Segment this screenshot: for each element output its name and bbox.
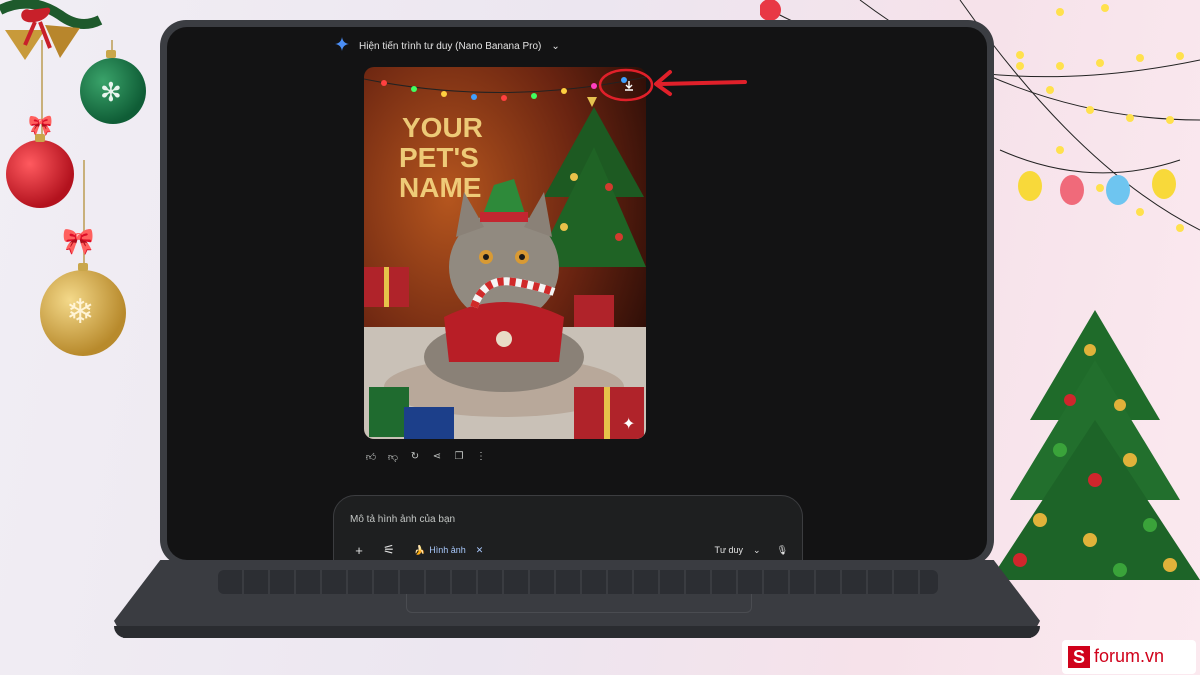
prompt-input[interactable] [348,510,772,528]
close-icon[interactable]: ✕ [476,545,484,556]
snowflake-icon: ✻ [100,77,122,107]
annotation-arrow [590,60,760,110]
prompt-composer: + ⚟ 🍌 Hình ảnh ✕ Tư duy ⌄ 🎙︎ [333,495,803,560]
thinking-title: Hiện tiến trình tư duy (Nano Banana Pro) [359,41,542,52]
bow-icon: 🎀 [62,226,95,256]
plus-icon[interactable]: + [348,543,370,558]
christmas-tree [990,310,1200,590]
gemini-spark-icon [335,37,349,56]
banana-icon: 🍌 [414,544,426,555]
share-icon[interactable]: ⋖ [431,451,443,463]
mode-selector[interactable]: Tư duy ⌄ 🎙︎ [714,545,788,556]
more-vert-icon[interactable]: ⋮ [475,451,487,463]
generated-image[interactable]: YOUR PET'S NAME ✦ [364,67,646,439]
thinking-toggle[interactable]: Hiện tiến trình tư duy (Nano Banana Pro)… [335,37,560,56]
laptop-screen: Hiện tiến trình tư duy (Nano Banana Pro)… [167,27,987,560]
svg-text:YOUR: YOUR [402,112,483,143]
laptop-base-edge [114,626,1040,638]
chevron-down-icon: ⌄ [551,41,560,52]
tune-icon[interactable]: ⚟ [378,542,400,558]
svg-text:✦: ✦ [622,414,635,433]
site-watermark: S forum.vn [1062,640,1196,674]
brand-logo: S [1068,646,1090,668]
copy-icon[interactable]: ❐ [453,451,465,463]
chevron-down-icon: ⌄ [753,544,761,555]
laptop-trackpad [406,594,752,613]
bow-icon: 🎀 [28,115,53,137]
image-tool-label: Hình ảnh [429,545,466,555]
brand-text: forum.vn [1094,646,1165,666]
response-actions: 👍︎ 👎︎ ↻ ⋖ ❐ ⋮ [365,451,487,463]
thumbs-up-icon[interactable]: 👍︎ [365,451,377,463]
image-tool-chip[interactable]: 🍌 Hình ảnh ✕ [414,545,483,556]
refresh-icon[interactable]: ↻ [409,451,421,463]
svg-text:PET'S: PET'S [399,142,479,173]
ornament-red [6,140,74,208]
mic-icon[interactable]: 🎙︎ [777,545,788,556]
thumbs-down-icon[interactable]: 👎︎ [387,451,399,463]
snowflake-icon: ❄ [66,293,95,331]
laptop-keyboard [218,570,938,594]
svg-text:NAME: NAME [399,172,481,203]
mode-label: Tư duy [714,545,744,555]
